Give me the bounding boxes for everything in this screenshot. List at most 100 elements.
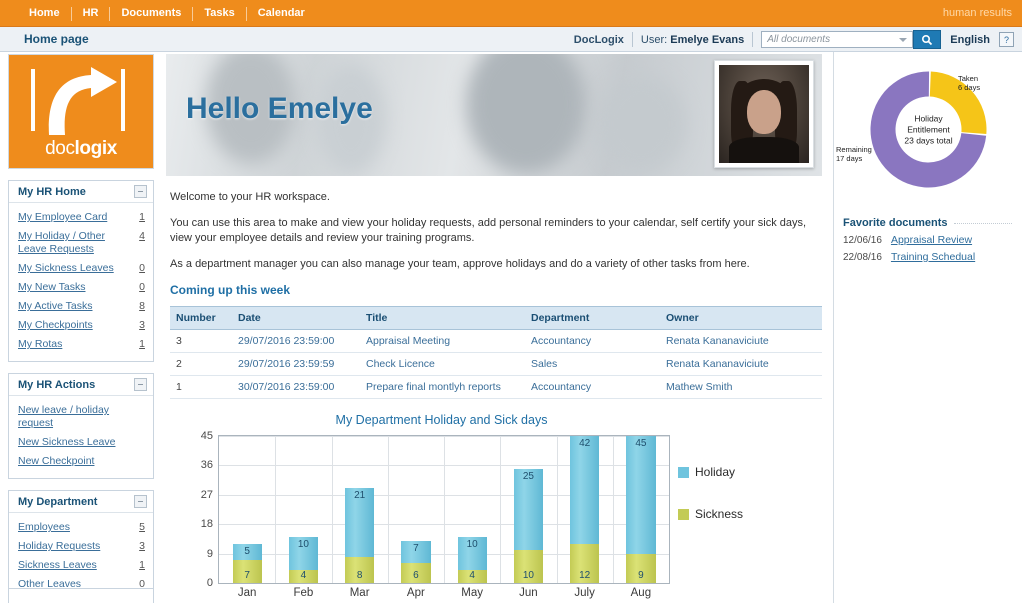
favorite-date: 22/08/16 <box>843 252 882 263</box>
chart-bar-segment-holiday: 21 <box>345 488 375 557</box>
chart-bar-value-sickness: 8 <box>356 570 363 581</box>
cell-department[interactable]: Accountancy <box>525 375 660 399</box>
chart-bar[interactable]: 7 6 Apr <box>401 540 431 599</box>
toolbar-divider <box>752 32 754 47</box>
chart-bar[interactable]: 10 4 May <box>457 537 487 599</box>
sidebar-item-label[interactable]: My New Tasks <box>18 281 86 294</box>
sidebar-item-my-new-tasks[interactable]: My New Tasks 0 <box>18 278 145 297</box>
cell-department[interactable]: Accountancy <box>525 329 660 353</box>
sidebar-item-label[interactable]: Employees <box>18 521 70 534</box>
sidebar-item-my-rotas[interactable]: My Rotas 1 <box>18 335 145 354</box>
chart-plot-area: 0 9 18 27 36 45 5 7 Jan 10 4 Feb 21 8 Mar 7 6 Apr 10 4 May 25… <box>201 430 670 599</box>
sidebar-item-label[interactable]: My Sickness Leaves <box>18 262 114 275</box>
search-button[interactable] <box>913 30 942 49</box>
sidebar-item-new-checkpoint[interactable]: New Checkpoint <box>18 452 145 471</box>
sidebar-item-label[interactable]: My Active Tasks <box>18 300 93 313</box>
panel-title: My Department <box>18 495 98 508</box>
chart-bar-segment-holiday: 45 <box>626 436 656 554</box>
nav-calendar[interactable]: Calendar <box>247 0 316 27</box>
panel-header: My HR Home <box>9 181 153 203</box>
sidebar-item-my-holiday-requests[interactable]: My Holiday / Other Leave Requests 4 <box>18 227 145 259</box>
sidebar-item-new-sickness-leave[interactable]: New Sickness Leave <box>18 433 145 452</box>
panel-title: My HR Home <box>18 185 86 198</box>
chart-bar-segment-holiday: 7 <box>401 540 431 564</box>
search-scope-select[interactable]: All documents <box>761 31 914 48</box>
cell-owner[interactable]: Renata Kananaviciute <box>660 329 822 353</box>
sidebar-item-label[interactable]: Holiday Requests <box>18 540 100 553</box>
table-head: Number Date Title Department Owner <box>170 306 822 330</box>
sidebar-item-sickness-leaves[interactable]: Sickness Leaves 1 <box>18 556 145 575</box>
sidebar-item-my-checkpoints[interactable]: My Checkpoints 3 <box>18 316 145 335</box>
cell-title[interactable]: Appraisal Meeting <box>360 329 525 353</box>
nav-hr[interactable]: HR <box>72 0 110 27</box>
chevron-down-icon[interactable] <box>899 37 908 42</box>
sidebar-item-count: 1 <box>139 559 145 571</box>
sidebar-item-label[interactable]: New Sickness Leave <box>18 436 115 449</box>
favorite-link[interactable]: Appraisal Review <box>891 234 972 246</box>
table-row[interactable]: 3 29/07/2016 23:59:00 Appraisal Meeting … <box>170 329 822 353</box>
th-date[interactable]: Date <box>232 306 360 330</box>
chart-bar[interactable]: 45 9 Aug <box>626 436 656 599</box>
sidebar-item-label[interactable]: New Checkpoint <box>18 455 94 468</box>
table-row[interactable]: 1 30/07/2016 23:59:00 Prepare final mont… <box>170 375 822 399</box>
th-title[interactable]: Title <box>360 306 525 330</box>
th-department[interactable]: Department <box>525 306 660 330</box>
cell-date[interactable]: 29/07/2016 23:59:59 <box>232 352 360 376</box>
table-row[interactable]: 2 29/07/2016 23:59:59 Check Licence Sale… <box>170 352 822 376</box>
favorite-link[interactable]: Training Schedual <box>891 251 975 263</box>
page-title: Home page <box>24 32 89 46</box>
chart-bar-value-sickness: 4 <box>469 570 475 581</box>
sidebar-item-label[interactable]: My Employee Card <box>18 211 107 224</box>
department-bar-chart: My Department Holiday and Sick days 0 9 18… <box>166 413 822 603</box>
chart-y-tick: 0 <box>206 577 213 589</box>
donut-center-label: Holiday Entitlement 23 days total <box>889 113 969 146</box>
chart-bar[interactable]: 10 4 Feb <box>288 537 318 599</box>
chart-bar-segment-sickness: 8 <box>345 556 375 583</box>
sidebar-item-label[interactable]: My Rotas <box>18 338 62 351</box>
th-number[interactable]: Number <box>170 306 232 330</box>
hero-banner: Hello Emelye <box>166 54 822 176</box>
nav-tasks[interactable]: Tasks <box>193 0 245 27</box>
cell-title[interactable]: Check Licence <box>360 352 525 376</box>
cell-department[interactable]: Sales <box>525 352 660 376</box>
collapse-panel-button[interactable] <box>134 185 147 198</box>
cell-date[interactable]: 30/07/2016 23:59:00 <box>232 375 360 399</box>
chart-x-tick: Feb <box>293 587 314 599</box>
chart-bar-segment-sickness: 12 <box>570 543 600 583</box>
sidebar-item-label[interactable]: My Holiday / Other Leave Requests <box>18 230 133 256</box>
language-link[interactable]: English <box>941 34 999 46</box>
nav-home[interactable]: Home <box>18 0 71 27</box>
collapse-panel-button[interactable] <box>134 378 147 391</box>
th-owner[interactable]: Owner <box>660 306 822 330</box>
avatar-image <box>719 65 809 163</box>
cell-title[interactable]: Prepare final montlyh reports <box>360 375 525 399</box>
chart-bar[interactable]: 42 12 July <box>570 436 600 599</box>
sidebar-item-label[interactable]: My Checkpoints <box>18 319 93 332</box>
chart-title: My Department Holiday and Sick days <box>335 413 548 427</box>
nav-documents[interactable]: Documents <box>110 0 192 27</box>
cell-owner[interactable]: Renata Kananaviciute <box>660 352 822 376</box>
product-name: DocLogix <box>573 33 624 46</box>
sidebar-item-employees[interactable]: Employees 5 <box>18 518 145 537</box>
help-button[interactable]: ? <box>999 32 1014 47</box>
chart-bar-segment-holiday: 10 <box>288 537 318 570</box>
chart-bar-segment-sickness: 10 <box>513 550 543 583</box>
search-input[interactable]: All documents <box>762 34 899 45</box>
list-item[interactable]: 12/06/16 Appraisal Review <box>843 234 1022 246</box>
chart-bar[interactable]: 25 10 Jun <box>513 468 543 599</box>
sidebar-item-holiday-requests[interactable]: Holiday Requests 3 <box>18 537 145 556</box>
doclogix-logo[interactable]: doclogix <box>8 54 154 169</box>
chart-bar[interactable]: 5 7 Jan <box>232 543 262 599</box>
chart-bar[interactable]: 21 8 Mar <box>345 488 375 599</box>
cell-owner[interactable]: Mathew Smith <box>660 375 822 399</box>
sidebar-item-label[interactable]: Sickness Leaves <box>18 559 97 572</box>
sidebar-item-my-sickness-leaves[interactable]: My Sickness Leaves 0 <box>18 259 145 278</box>
list-item[interactable]: 22/08/16 Training Schedual <box>843 251 1022 263</box>
cell-date[interactable]: 29/07/2016 23:59:00 <box>232 329 360 353</box>
sidebar-item-my-employee-card[interactable]: My Employee Card 1 <box>18 208 145 227</box>
sidebar-item-my-active-tasks[interactable]: My Active Tasks 8 <box>18 297 145 316</box>
user-name: Emelye Evans <box>670 33 745 46</box>
sidebar-item-new-leave-request[interactable]: New leave / holiday request <box>18 401 145 433</box>
sidebar-item-label[interactable]: New leave / holiday request <box>18 404 145 430</box>
collapse-panel-button[interactable] <box>134 495 147 508</box>
